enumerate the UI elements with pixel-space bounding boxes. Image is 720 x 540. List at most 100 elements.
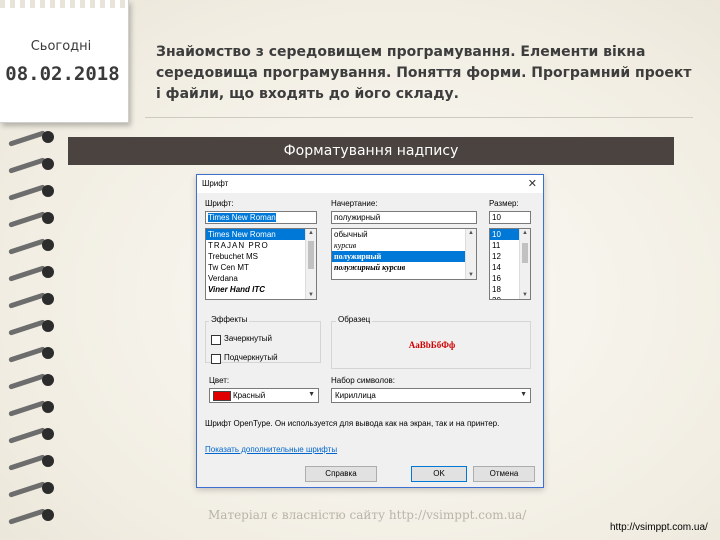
font-list-item[interactable]: Viner Hand ITC [206, 284, 316, 295]
close-icon[interactable]: ✕ [528, 177, 537, 190]
scroll-thumb[interactable] [308, 241, 314, 269]
ring-hole [42, 293, 54, 305]
ring-wire [8, 157, 46, 174]
chevron-down-icon: ▼ [520, 391, 527, 398]
ring-hole [42, 455, 54, 467]
ring-hole [42, 266, 54, 278]
scroll-thumb[interactable] [522, 243, 528, 263]
style-list-item[interactable]: полужирный [332, 251, 476, 262]
spiral-ring [4, 155, 54, 177]
spiral-ring [4, 506, 54, 528]
font-dialog: Шрифт ✕ Шрифт: Times New Roman Times New… [196, 174, 544, 488]
font-list-item[interactable]: Verdana [206, 273, 316, 284]
color-label: Цвет: [209, 376, 230, 385]
ring-wire [8, 346, 46, 363]
scroll-up-icon[interactable]: ▲ [520, 230, 530, 236]
ring-hole [42, 374, 54, 386]
strike-label: Зачеркнутый [224, 334, 272, 343]
site-link[interactable]: http://vsimppt.com.ua/ [610, 522, 708, 533]
ring-hole [42, 428, 54, 440]
ring-wire [8, 481, 46, 498]
color-swatch [213, 391, 231, 401]
scroll-up-icon[interactable]: ▲ [466, 230, 476, 236]
ring-wire [8, 292, 46, 309]
chevron-down-icon: ▼ [308, 391, 315, 398]
footer-copyright: Матеріал є власністю сайту http://vsimpp… [208, 508, 527, 522]
style-list[interactable]: обычный курсив полужирный полужирный кур… [331, 228, 477, 280]
ok-button[interactable]: OK [411, 466, 467, 482]
spiral-ring [4, 371, 54, 393]
ring-hole [42, 212, 54, 224]
font-list-item[interactable]: Times New Roman [206, 229, 316, 240]
underline-label: Подчеркнутый [224, 353, 278, 362]
font-list[interactable]: Times New Roman TRAJAN PRO Trebuchet MS … [205, 228, 317, 300]
spiral-ring [4, 290, 54, 312]
scroll-up-icon[interactable]: ▲ [306, 230, 316, 236]
lesson-title: Знайомство з середовищем програмування. … [156, 44, 692, 102]
ring-wire [8, 508, 46, 525]
more-fonts-link[interactable]: Показать дополнительные шрифты [205, 445, 337, 454]
font-info-text: Шрифт OpenType. Он используется для выво… [205, 419, 500, 428]
sample-group: AaBbБбФф [331, 321, 531, 369]
font-input[interactable]: Times New Roman [205, 211, 317, 224]
size-label: Размер: [489, 199, 519, 208]
dialog-titlebar: Шрифт ✕ [197, 175, 543, 193]
spiral-ring [4, 344, 54, 366]
dialog-title: Шрифт [202, 179, 229, 188]
style-label: Начертание: [331, 199, 378, 208]
charset-label: Набор символов: [331, 376, 396, 385]
ring-hole [42, 509, 54, 521]
scroll-down-icon[interactable]: ▼ [466, 272, 476, 278]
ring-wire [8, 184, 46, 201]
font-list-item[interactable]: TRAJAN PRO [206, 240, 316, 251]
font-list-scrollbar[interactable]: ▲ ▼ [305, 229, 316, 299]
style-list-item[interactable]: курсив [332, 240, 476, 251]
style-list-item[interactable]: обычный [332, 229, 476, 240]
cancel-button[interactable]: Отмена [473, 466, 535, 482]
font-label: Шрифт: [205, 199, 234, 208]
spiral-ring [4, 263, 54, 285]
charset-select[interactable]: Кириллица ▼ [331, 388, 531, 403]
ring-hole [42, 158, 54, 170]
ring-wire [8, 130, 46, 147]
spiral-ring [4, 452, 54, 474]
font-list-item[interactable]: Tw Cen MT [206, 262, 316, 273]
style-input[interactable]: полужирный [331, 211, 477, 224]
size-list-scrollbar[interactable]: ▲ ▼ [519, 229, 530, 299]
ring-wire [8, 454, 46, 471]
ring-wire [8, 238, 46, 255]
size-list[interactable]: 10 11 12 14 16 18 20 ▲ ▼ [489, 228, 531, 300]
spiral-ring [4, 479, 54, 501]
slide-page: Сьогодні 08.02.2018 Знайомство з середов… [0, 0, 720, 540]
style-list-scrollbar[interactable]: ▲ ▼ [465, 229, 476, 279]
ring-hole [42, 401, 54, 413]
help-button[interactable]: Справка [305, 466, 377, 482]
ring-hole [42, 131, 54, 143]
color-value: Красный [233, 391, 266, 400]
underline-checkbox[interactable] [211, 354, 221, 364]
scroll-down-icon[interactable]: ▼ [306, 292, 316, 298]
sample-label: Образец [336, 315, 373, 324]
charset-value: Кириллица [335, 391, 376, 400]
effects-label: Эффекты [209, 315, 250, 324]
title-divider [145, 117, 693, 118]
ring-hole [42, 320, 54, 332]
date-note: Сьогодні 08.02.2018 [0, 0, 129, 123]
ring-hole [42, 239, 54, 251]
ring-hole [42, 347, 54, 359]
spiral-ring [4, 425, 54, 447]
sample-text: AaBbБбФф [408, 340, 456, 350]
ring-wire [8, 427, 46, 444]
color-select[interactable]: Красный ▼ [209, 388, 319, 403]
style-list-item[interactable]: полужирный курсив [332, 262, 476, 273]
font-list-item[interactable]: Trebuchet MS [206, 251, 316, 262]
spiral-ring [4, 128, 54, 150]
perforated-edge [0, 0, 128, 8]
section-banner: Форматування надпису [68, 137, 674, 165]
ring-hole [42, 185, 54, 197]
size-input[interactable]: 10 [489, 211, 531, 224]
scroll-down-icon[interactable]: ▼ [520, 292, 530, 298]
spiral-ring [4, 236, 54, 258]
strike-checkbox[interactable] [211, 335, 221, 345]
ring-wire [8, 373, 46, 390]
